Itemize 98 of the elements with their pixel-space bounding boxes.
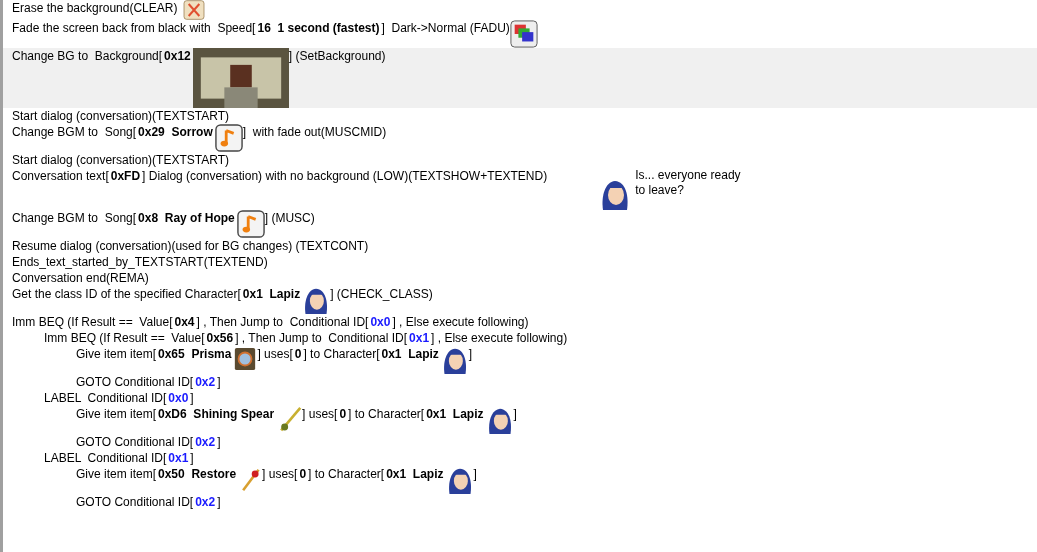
parameter-value: 0xFD — [109, 168, 142, 184]
command-text: Change BG to Background[ — [12, 48, 163, 64]
command-text: ] — [217, 434, 221, 450]
script-row[interactable]: Ends_text_started_by_TEXTSTART(TEXTEND) — [3, 254, 1037, 270]
command-text: ] (CHECK_CLASS) — [330, 286, 433, 302]
command-text: ] to Character[ — [308, 466, 385, 482]
command-text: Ends_text_started_by_TEXTSTART(TEXTEND) — [12, 254, 268, 270]
command-text: ] to Character[ — [348, 406, 425, 422]
parameter-value: 0x8 Ray of Hope — [137, 210, 236, 226]
command-text: ] — [190, 450, 194, 466]
conditional-id: 0x2 — [194, 494, 217, 510]
conditional-id: 0x0 — [167, 390, 190, 406]
music-note-icon — [214, 124, 243, 152]
command-text: GOTO Conditional ID[ — [76, 374, 194, 390]
command-text: Change BGM to Song[ — [12, 124, 137, 140]
command-text: Imm BEQ (If Result == Value[ — [44, 330, 205, 346]
command-text: Erase the background(CLEAR) — [12, 0, 178, 16]
command-text: Give item item[ — [76, 346, 156, 362]
parameter-value: 0x56 — [205, 330, 235, 346]
command-text: ] uses[ — [302, 406, 338, 422]
parameter-value: 0x1 Lapiz — [380, 346, 440, 362]
conditional-id: 0x2 — [194, 434, 217, 450]
parameter-value: 0x1 Lapiz — [425, 406, 485, 422]
command-text: ] uses[ — [257, 346, 293, 362]
script-row[interactable]: GOTO Conditional ID[ 0x2 ] — [3, 374, 1037, 390]
music-note-icon — [236, 210, 265, 238]
command-text: Give item item[ — [76, 466, 156, 482]
command-text: LABEL Conditional ID[ — [44, 450, 167, 466]
command-text: ] to Character[ — [303, 346, 380, 362]
parameter-value: 0 — [338, 406, 348, 422]
conditional-id: 0x1 — [408, 330, 431, 346]
command-text: ] — [217, 494, 221, 510]
conditional-id: 0x0 — [369, 314, 392, 330]
conditional-id: 0x2 — [194, 374, 217, 390]
command-text: GOTO Conditional ID[ — [76, 434, 194, 450]
script-row[interactable]: Get the class ID of the specified Character[ 0x1 Lapiz ] (CHECK_CLASS) — [3, 286, 1037, 314]
script-row[interactable]: Give item item[ 0x50 Restore ] uses[ 0 ] to Character[ 0x1 Lapiz ] — [3, 466, 1037, 494]
script-row[interactable]: Erase the background(CLEAR) — [3, 0, 1037, 20]
script-row[interactable]: Conversation text[ 0xFD ] Dialog (conversation) with no background (LOW)(TEXTSHOW+TEXTEND) Is... everyone ready to leave? — [3, 168, 1037, 210]
parameter-value: 0x12 — [163, 48, 192, 64]
command-text: Change BGM to Song[ — [12, 210, 137, 226]
command-text: Start dialog (conversation)(TEXTSTART) — [12, 152, 229, 168]
parameter-value: 0x1 Lapiz — [241, 286, 302, 302]
command-text: ] , Else execute following) — [392, 314, 529, 330]
script-row[interactable]: Change BGM to Song[ 0x8 Ray of Hope ] (MUSC) — [3, 210, 1037, 238]
command-text: ] Dialog (conversation) with no background (LOW)(TEXTSHOW+TEXTEND) — [142, 168, 548, 184]
script-row[interactable]: Start dialog (conversation)(TEXTSTART) — [3, 108, 1037, 124]
command-text: ] — [190, 390, 194, 406]
command-text: Give item item[ — [76, 406, 156, 422]
command-text: ] , Else execute following) — [431, 330, 568, 346]
parameter-value: 0x1 Lapiz — [385, 466, 445, 482]
book-icon — [233, 346, 258, 372]
command-text: ] — [473, 466, 477, 482]
script-row[interactable]: Imm BEQ (If Result == Value[ 0x56 ] , Then Jump to Conditional ID[ 0x1 ] , Else execute following) — [3, 330, 1037, 346]
script-row[interactable]: Give item item[ 0x65 Prisma ] uses[ 0 ] to Character[ 0x1 Lapiz ] — [3, 346, 1037, 374]
parameter-value: 0 — [293, 346, 303, 362]
command-text: ] (MUSC) — [264, 210, 315, 226]
script-row[interactable]: Give item item[ 0xD6 Shining Spear ] uses[ 0 ] to Character[ 0x1 Lapiz ] — [3, 406, 1037, 434]
layers-icon — [509, 20, 538, 48]
command-text: Imm BEQ (If Result == Value[ — [12, 314, 173, 330]
parameter-value: 0 — [298, 466, 308, 482]
script-row[interactable]: Conversation end(REMA) — [3, 270, 1037, 286]
command-text: Get the class ID of the specified Character[ — [12, 286, 241, 302]
script-row[interactable]: Resume dialog (conversation)(used for BG changes) (TEXTCONT) — [3, 238, 1037, 254]
command-text: ] (SetBackground) — [288, 48, 386, 64]
parameter-value: 0x4 — [173, 314, 196, 330]
script-row[interactable]: Imm BEQ (If Result == Value[ 0x4 ] , Then Jump to Conditional ID[ 0x0 ] , Else execute following) — [3, 314, 1037, 330]
command-text: Start dialog (conversation)(TEXTSTART) — [12, 108, 229, 124]
command-text: Conversation end(REMA) — [12, 270, 149, 286]
command-text: ] with fade out(MUSCMID) — [242, 124, 387, 140]
command-text: Conversation text[ — [12, 168, 109, 184]
script-row[interactable]: Change BGM to Song[ 0x29 Sorrow ] with fade out(MUSCMID) — [3, 124, 1037, 152]
command-text: GOTO Conditional ID[ — [76, 494, 194, 510]
erase-icon — [183, 0, 206, 20]
command-text: LABEL Conditional ID[ — [44, 390, 167, 406]
parameter-value: 0x29 Sorrow — [137, 124, 214, 140]
script-row[interactable]: GOTO Conditional ID[ 0x2 ] — [3, 434, 1037, 450]
command-text: ] — [468, 346, 473, 362]
parameter-value: 16 1 second (fastest) — [256, 20, 381, 36]
command-text: ] uses[ — [262, 466, 298, 482]
command-text: ] — [513, 406, 517, 422]
command-text: ] Dark->Normal (FADU) — [381, 20, 510, 36]
script-row[interactable]: GOTO Conditional ID[ 0x2 ] — [3, 494, 1037, 510]
command-text: ] , Then Jump to Conditional ID[ — [196, 314, 369, 330]
parameter-value: 0xD6 Shining Spear — [157, 406, 276, 422]
script-row[interactable]: LABEL Conditional ID[ 0x1 ] — [3, 450, 1037, 466]
conditional-id: 0x1 — [167, 450, 190, 466]
script-row[interactable]: LABEL Conditional ID[ 0x0 ] — [3, 390, 1037, 406]
command-text: Fade the screen back from black with Speed[ — [12, 20, 256, 36]
dialog-preview-text: Is... everyone ready to leave? — [635, 168, 742, 198]
parameter-value: 0x50 Restore — [157, 466, 238, 482]
command-text: ] — [217, 374, 221, 390]
script-row[interactable]: Change BG to Background[ 0x12 ] (SetBackground) — [3, 48, 1037, 108]
script-row[interactable]: Fade the screen back from black with Speed[ 16 1 second (fastest) ] Dark->Normal (FADU) — [3, 20, 1037, 48]
command-text: ] , Then Jump to Conditional ID[ — [235, 330, 408, 346]
command-text: Resume dialog (conversation)(used for BG changes) (TEXTCONT) — [12, 238, 369, 254]
script-row[interactable]: Start dialog (conversation)(TEXTSTART) — [3, 152, 1037, 168]
parameter-value: 0x65 Prisma — [157, 346, 233, 362]
